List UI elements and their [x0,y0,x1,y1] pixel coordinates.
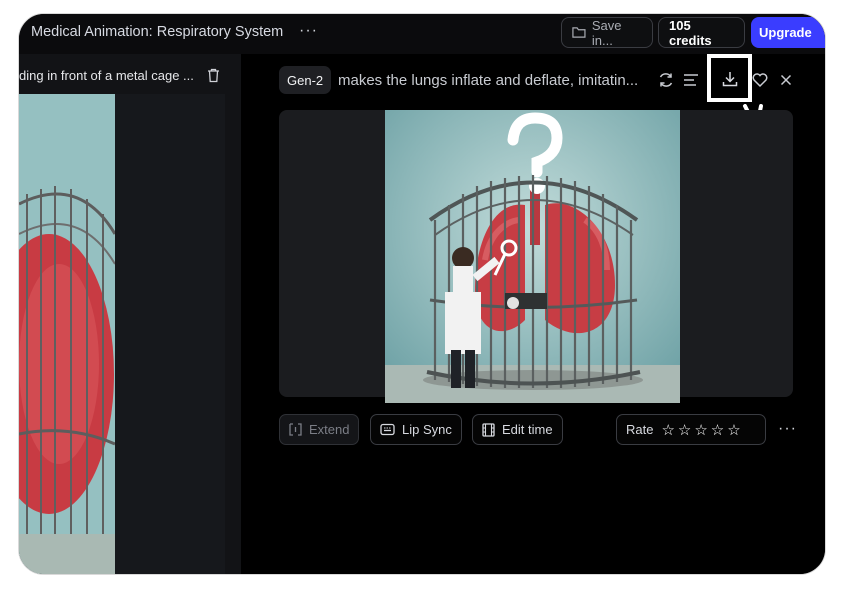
extend-icon [289,423,302,436]
refresh-icon[interactable] [657,71,675,89]
preview-image[interactable] [385,110,680,403]
model-badge: Gen-2 [279,66,332,94]
extend-button[interactable]: Extend [279,414,360,445]
generation-panel: Gen-2 makes the lungs inflate and deflat… [241,54,825,574]
upgrade-button[interactable]: Upgrade [751,17,825,48]
heart-icon[interactable] [751,71,769,89]
project-more-icon[interactable]: ··· [299,22,318,40]
top-bar: Medical Animation: Respiratory System ··… [19,14,825,54]
edit-time-label: Edit time [502,422,553,437]
save-in-button[interactable]: Save in... [561,17,653,48]
project-title[interactable]: Medical Animation: Respiratory System [31,24,283,40]
rate-label: Rate [626,422,654,437]
details-icon[interactable] [682,71,700,89]
rating-stars[interactable]: ☆☆☆☆☆ [661,421,743,439]
edit-time-button[interactable]: Edit time [472,414,563,445]
folder-icon [572,27,586,38]
lip-sync-icon [380,423,395,436]
extend-label: Extend [309,422,350,437]
download-icon[interactable] [721,70,739,88]
lip-sync-button[interactable]: Lip Sync [370,414,462,445]
app-window: Medical Animation: Respiratory System ··… [18,13,826,575]
prompt-text[interactable]: makes the lungs inflate and deflate, imi… [338,72,638,89]
credits-button[interactable]: 105 credits [658,17,745,48]
rate-control[interactable]: Rate ☆☆☆☆☆ [616,414,766,445]
more-options-icon[interactable]: ··· [778,420,797,438]
close-icon[interactable] [777,71,795,89]
left-panel-gap [115,94,225,574]
save-in-label: Save in... [591,17,622,48]
lip-sync-label: Lip Sync [402,422,452,437]
left-panel: ding in front of a metal cage ... [19,54,241,574]
film-icon [482,422,495,437]
left-caption: ding in front of a metal cage ... [19,68,194,83]
left-thumbnail-image[interactable] [19,94,115,574]
trash-icon[interactable] [207,68,220,83]
